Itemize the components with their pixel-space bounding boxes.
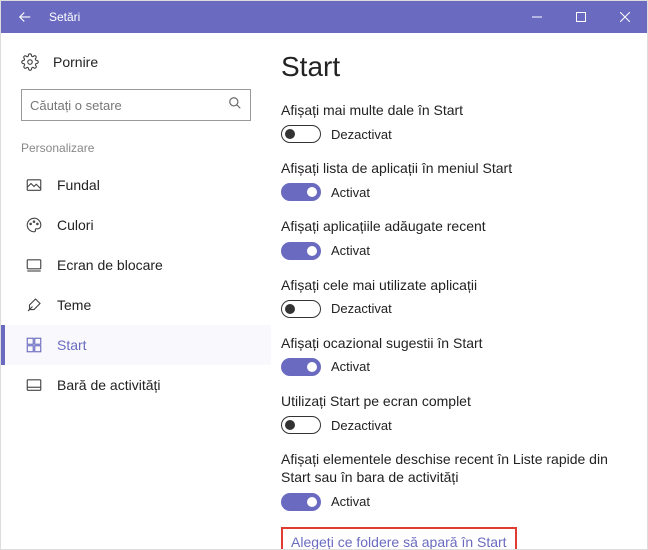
page-title: Start bbox=[281, 51, 617, 83]
toggle-switch[interactable] bbox=[281, 493, 321, 511]
toggle-state-label: Activat bbox=[331, 243, 370, 258]
choose-folders-link[interactable]: Alegeți ce foldere să apară în Start bbox=[285, 530, 513, 550]
toggle-state-label: Dezactivat bbox=[331, 418, 392, 433]
setting-label: Afișați aplicațiile adăugate recent bbox=[281, 217, 617, 235]
sidebar-item-label: Ecran de blocare bbox=[57, 257, 163, 273]
toggle-state-label: Dezactivat bbox=[331, 127, 392, 142]
toggle-state-label: Activat bbox=[331, 185, 370, 200]
sidebar-item-label: Culori bbox=[57, 217, 94, 233]
sidebar-item-teme[interactable]: Teme bbox=[1, 285, 271, 325]
titlebar: Setări bbox=[1, 1, 647, 33]
sidebar-item-bara-activitati[interactable]: Bară de activități bbox=[1, 365, 271, 405]
toggle-switch[interactable] bbox=[281, 242, 321, 260]
setting-6: Afișați elementele deschise recent în Li… bbox=[281, 450, 617, 510]
start-icon bbox=[25, 336, 43, 354]
setting-label: Afișați elementele deschise recent în Li… bbox=[281, 450, 617, 486]
search-input[interactable] bbox=[30, 98, 228, 113]
section-label: Personalizare bbox=[1, 141, 271, 165]
setting-0: Afișați mai multe dale în Start Dezactiva… bbox=[281, 101, 617, 143]
sidebar-item-start[interactable]: Start bbox=[1, 325, 271, 365]
maximize-button[interactable] bbox=[559, 1, 603, 33]
setting-label: Afișați mai multe dale în Start bbox=[281, 101, 617, 119]
window-title: Setări bbox=[49, 10, 80, 24]
setting-4: Afișați ocazional sugestii în Start Activ… bbox=[281, 334, 617, 376]
setting-5: Utilizați Start pe ecran complet Dezactiv… bbox=[281, 392, 617, 434]
setting-label: Afișați ocazional sugestii în Start bbox=[281, 334, 617, 352]
toggle-switch[interactable] bbox=[281, 125, 321, 143]
sidebar-item-culori[interactable]: Culori bbox=[1, 205, 271, 245]
sidebar-item-label: Fundal bbox=[57, 177, 100, 193]
search-icon bbox=[228, 96, 242, 115]
main-panel: Start Afișați mai multe dale în Start Dez… bbox=[271, 33, 647, 549]
sidebar-item-ecran-blocare[interactable]: Ecran de blocare bbox=[1, 245, 271, 285]
toggle-switch[interactable] bbox=[281, 416, 321, 434]
sidebar-item-fundal[interactable]: Fundal bbox=[1, 165, 271, 205]
sidebar-item-label: Teme bbox=[57, 297, 91, 313]
toggle-switch[interactable] bbox=[281, 300, 321, 318]
setting-1: Afișați lista de aplicații în meniul Sta… bbox=[281, 159, 617, 201]
minimize-button[interactable] bbox=[515, 1, 559, 33]
callout-highlight: Alegeți ce foldere să apară în Start bbox=[281, 527, 517, 550]
gear-icon bbox=[21, 53, 39, 71]
toggle-state-label: Activat bbox=[331, 359, 370, 374]
setting-3: Afișați cele mai utilizate aplicații Deza… bbox=[281, 276, 617, 318]
setting-label: Afișați lista de aplicații în meniul Sta… bbox=[281, 159, 617, 177]
toggle-state-label: Activat bbox=[331, 494, 370, 509]
toggle-switch[interactable] bbox=[281, 358, 321, 376]
back-button[interactable] bbox=[1, 1, 49, 33]
sidebar: Pornire Personalizare Fundal Culori Ecra… bbox=[1, 33, 271, 549]
sidebar-item-label: Bară de activități bbox=[57, 377, 161, 393]
toggle-state-label: Dezactivat bbox=[331, 301, 392, 316]
taskbar-icon bbox=[25, 376, 43, 394]
close-icon bbox=[620, 12, 630, 22]
palette-icon bbox=[25, 216, 43, 234]
sidebar-item-label: Start bbox=[57, 337, 87, 353]
home-label: Pornire bbox=[53, 54, 98, 70]
arrow-left-icon bbox=[16, 8, 34, 26]
setting-label: Afișați cele mai utilizate aplicații bbox=[281, 276, 617, 294]
setting-label: Utilizați Start pe ecran complet bbox=[281, 392, 617, 410]
maximize-icon bbox=[576, 12, 586, 22]
home-button[interactable]: Pornire bbox=[21, 53, 251, 71]
image-icon bbox=[25, 176, 43, 194]
setting-2: Afișați aplicațiile adăugate recent Activ… bbox=[281, 217, 617, 259]
theme-icon bbox=[25, 296, 43, 314]
close-button[interactable] bbox=[603, 1, 647, 33]
toggle-switch[interactable] bbox=[281, 183, 321, 201]
search-box[interactable] bbox=[21, 89, 251, 121]
minimize-icon bbox=[532, 12, 542, 22]
lock-screen-icon bbox=[25, 256, 43, 274]
